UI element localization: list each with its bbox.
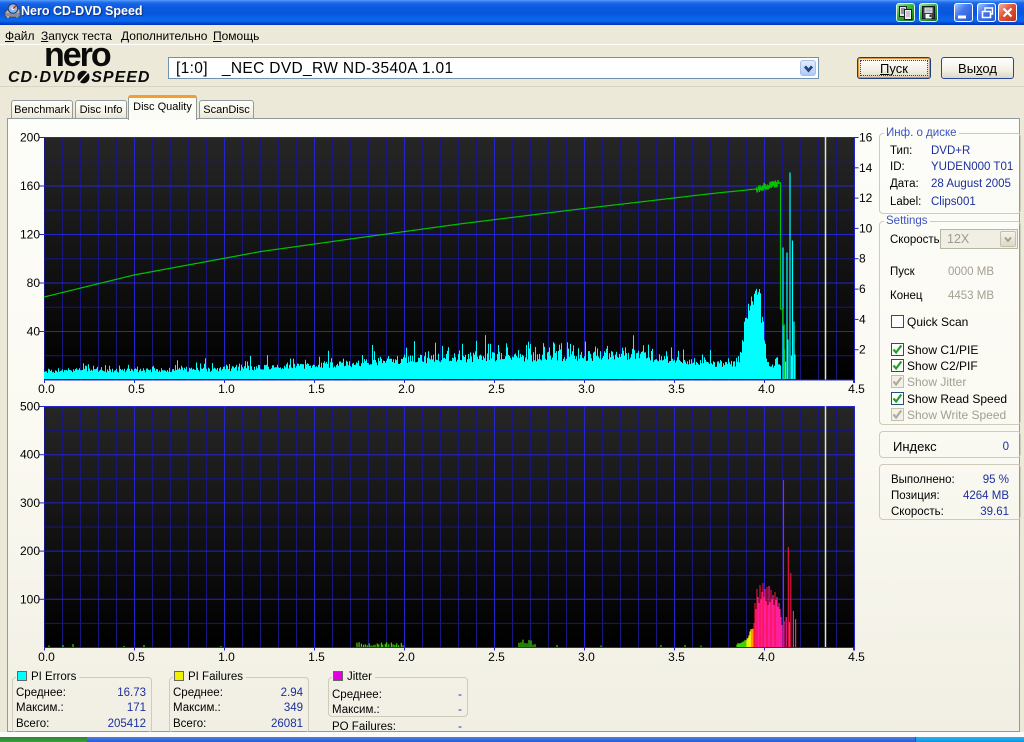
svg-text:3.5: 3.5 (668, 650, 685, 664)
svg-text:3.5: 3.5 (668, 382, 685, 396)
svg-text:8: 8 (859, 252, 866, 266)
svg-text:500: 500 (20, 400, 40, 414)
svg-text:3.0: 3.0 (578, 382, 595, 396)
svg-text:10: 10 (859, 221, 873, 235)
svg-text:2: 2 (859, 343, 866, 357)
svg-text:4.5: 4.5 (848, 382, 865, 396)
svg-text:0.0: 0.0 (38, 382, 55, 396)
svg-text:14: 14 (859, 161, 873, 175)
svg-text:200: 200 (20, 544, 40, 558)
svg-text:2.5: 2.5 (488, 382, 505, 396)
svg-text:4.0: 4.0 (758, 650, 775, 664)
svg-text:0.5: 0.5 (128, 382, 145, 396)
svg-text:1.5: 1.5 (308, 382, 325, 396)
svg-text:1.0: 1.0 (218, 382, 235, 396)
svg-text:40: 40 (27, 325, 41, 339)
svg-text:0.0: 0.0 (38, 650, 55, 664)
svg-text:400: 400 (20, 448, 40, 462)
svg-text:200: 200 (20, 131, 40, 145)
svg-text:300: 300 (20, 496, 40, 510)
svg-text:120: 120 (20, 228, 40, 242)
svg-text:12: 12 (859, 191, 873, 205)
svg-text:100: 100 (20, 592, 40, 606)
svg-text:4.5: 4.5 (848, 650, 865, 664)
svg-text:0.5: 0.5 (128, 650, 145, 664)
svg-text:1.5: 1.5 (308, 650, 325, 664)
svg-text:2.5: 2.5 (488, 650, 505, 664)
svg-text:4: 4 (859, 312, 866, 326)
svg-text:6: 6 (859, 282, 866, 296)
svg-text:1.0: 1.0 (218, 650, 235, 664)
svg-text:16: 16 (859, 131, 873, 145)
svg-text:2.0: 2.0 (398, 650, 415, 664)
svg-text:160: 160 (20, 179, 40, 193)
svg-text:3.0: 3.0 (578, 650, 595, 664)
svg-text:80: 80 (27, 276, 41, 290)
svg-text:2.0: 2.0 (398, 382, 415, 396)
svg-text:4.0: 4.0 (758, 382, 775, 396)
